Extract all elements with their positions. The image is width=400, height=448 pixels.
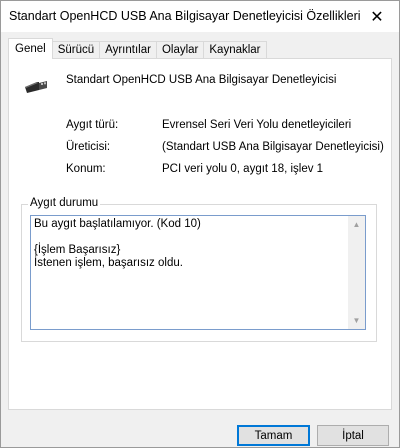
tab-resources[interactable]: Kaynaklar <box>203 41 267 59</box>
properties-dialog: Standart OpenHCD USB Ana Bilgisayar Dene… <box>0 0 400 448</box>
status-scrollbar[interactable]: ▲ ▼ <box>348 216 365 329</box>
title-bar: Standart OpenHCD USB Ana Bilgisayar Dene… <box>1 1 399 32</box>
device-status-text: Bu aygıt başlatılamıyor. (Kod 10) {İşlem… <box>34 218 201 269</box>
window-title: Standart OpenHCD USB Ana Bilgisayar Dene… <box>9 9 361 23</box>
device-type-value: Evrensel Seri Veri Yolu denetleyicileri <box>162 119 352 131</box>
device-status-textbox[interactable]: Bu aygıt başlatılamıyor. (Kod 10) {İşlem… <box>30 215 366 330</box>
close-icon: ✕ <box>370 8 384 26</box>
device-name: Standart OpenHCD USB Ana Bilgisayar Dene… <box>66 74 337 86</box>
tab-general[interactable]: Genel <box>8 38 53 59</box>
tab-strip: Genel Sürücü Ayrıntılar Olaylar Kaynakla… <box>8 38 267 59</box>
tab-events[interactable]: Olaylar <box>155 41 205 59</box>
location-label: Konum: <box>66 163 106 175</box>
device-status-group: Aygıt durumu Bu aygıt başlatılamıyor. (K… <box>21 197 377 342</box>
close-button[interactable]: ✕ <box>355 1 399 32</box>
device-type-label: Aygıt türü: <box>66 119 119 131</box>
general-tab-panel: Standart OpenHCD USB Ana Bilgisayar Dene… <box>8 58 392 410</box>
ok-button[interactable]: Tamam <box>237 425 310 446</box>
scroll-up-arrow-icon[interactable]: ▲ <box>348 216 365 233</box>
tab-driver[interactable]: Sürücü <box>51 41 101 59</box>
cancel-button[interactable]: İptal <box>317 425 389 446</box>
location-value: PCI veri yolu 0, aygıt 18, işlev 1 <box>162 163 324 175</box>
tab-details[interactable]: Ayrıntılar <box>99 41 157 59</box>
manufacturer-value: (Standart USB Ana Bilgisayar Denetleyici… <box>162 141 384 153</box>
device-status-title: Aygıt durumu <box>28 197 101 209</box>
manufacturer-label: Üreticisi: <box>66 141 111 153</box>
scroll-down-arrow-icon[interactable]: ▼ <box>348 312 365 329</box>
usb-connector-icon <box>25 81 47 93</box>
